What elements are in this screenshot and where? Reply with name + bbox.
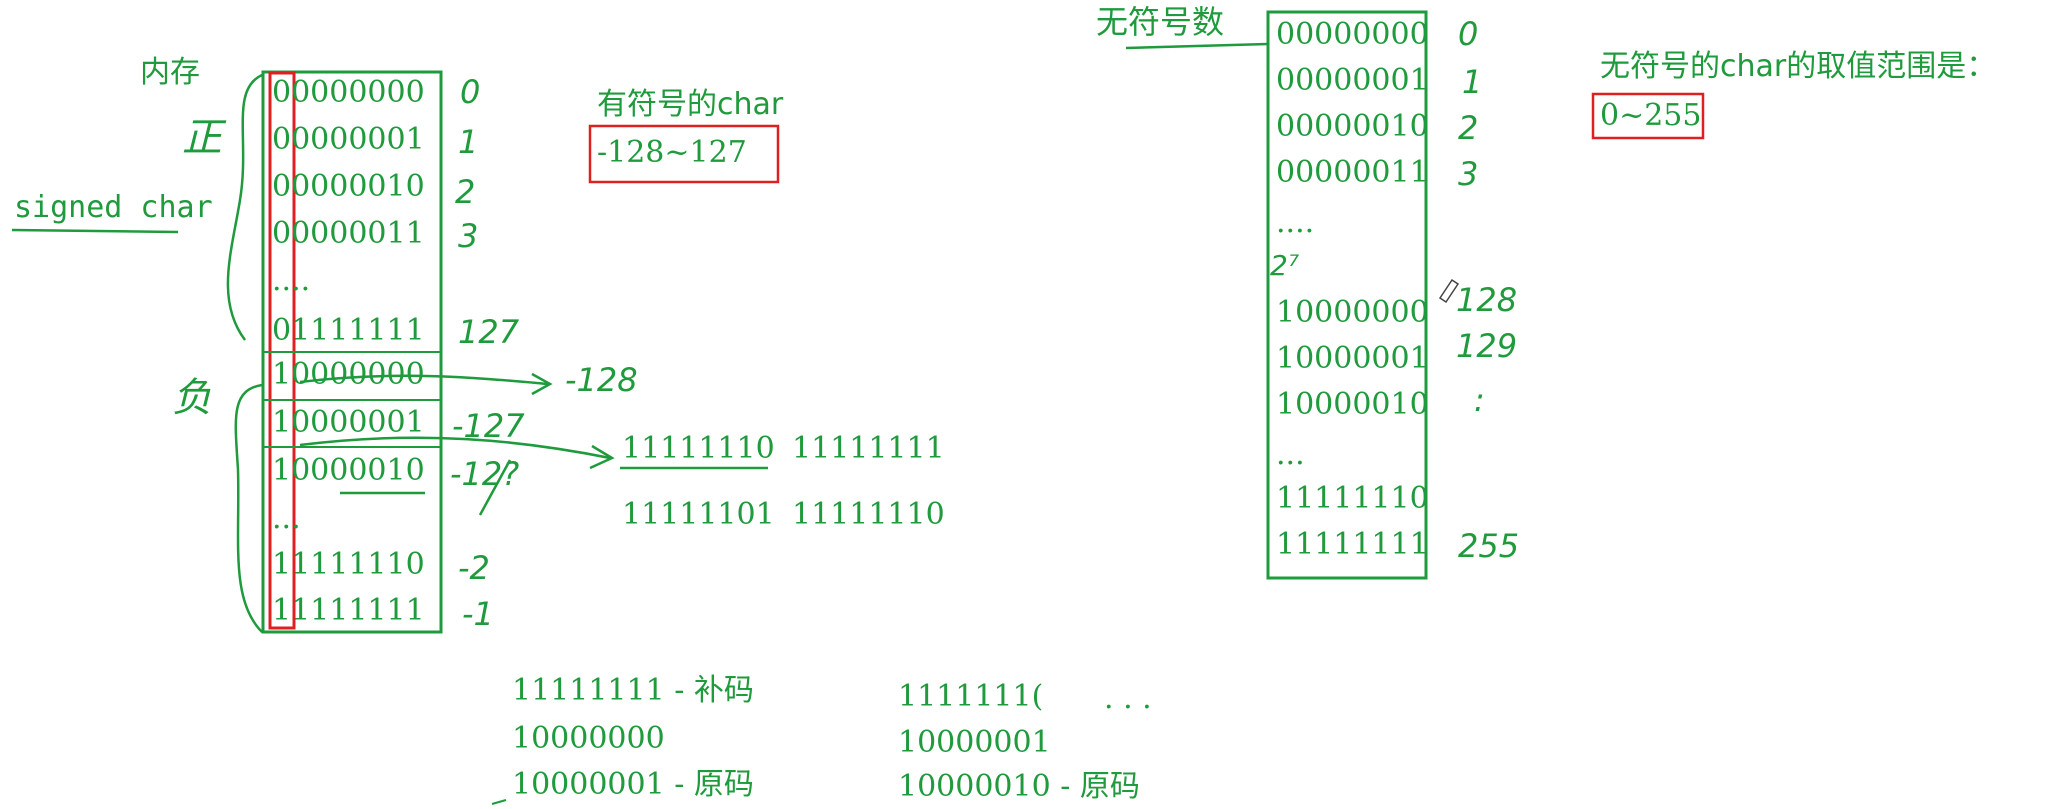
positive-mark: 正 bbox=[182, 115, 222, 161]
unsigned-label-underline bbox=[1125, 42, 1269, 50]
memory-row-bits: 00000010 bbox=[272, 169, 425, 204]
unsigned-row-bits: 10000010 bbox=[1276, 387, 1429, 422]
calc-row2-a: 11111101 bbox=[622, 497, 775, 532]
memory-row-value: 0 bbox=[460, 73, 481, 111]
note2-line3: 10000010 - 原码 bbox=[898, 769, 1140, 804]
memory-row-value: -127 bbox=[452, 407, 525, 445]
ink-stroke bbox=[491, 799, 507, 805]
unsigned-row-bits: 00000001 bbox=[1276, 63, 1429, 98]
unsigned-range: 0~255 bbox=[1600, 98, 1702, 133]
unsigned-label: 无符号数 bbox=[1096, 3, 1225, 41]
memory-row-bits: 10000010 bbox=[272, 453, 425, 488]
unsigned-row-value: 3 bbox=[1458, 155, 1479, 193]
memory-row-bits: 00000001 bbox=[272, 122, 425, 157]
signed-char-underline bbox=[11, 228, 179, 234]
negative-brace bbox=[234, 383, 263, 633]
note1-line1: 11111111 - 补码 bbox=[512, 673, 754, 708]
unsigned-row-bits: .... bbox=[1276, 205, 1315, 240]
note1-line2: 10000000 bbox=[512, 721, 665, 756]
signed-range: -128~127 bbox=[597, 135, 747, 170]
unsigned-row-value: 255 bbox=[1458, 527, 1520, 565]
memory-row-value: 1 bbox=[458, 123, 479, 161]
memory-row-value: 127 bbox=[458, 313, 520, 351]
power-mark: 2⁷ bbox=[1270, 249, 1300, 282]
note2-dots: . . . bbox=[1104, 681, 1152, 716]
signed-title: 有符号的char bbox=[597, 87, 784, 122]
unsigned-row-value: : bbox=[1474, 381, 1485, 419]
signed-char-label: signed char bbox=[14, 190, 213, 225]
unsigned-row-value: 129 bbox=[1456, 327, 1518, 365]
note2-line1: 1111111( bbox=[898, 679, 1044, 714]
note1-line3: 10000001 - 原码 bbox=[512, 767, 754, 802]
memory-row-bits: 00000000 bbox=[272, 75, 425, 110]
memory-row-value: -12? bbox=[450, 455, 520, 493]
memory-row-value: 2 bbox=[455, 173, 476, 211]
memory-label: 内存 bbox=[140, 55, 200, 90]
unsigned-row-value: 128 bbox=[1456, 281, 1518, 319]
unsigned-row-bits: 11111110 bbox=[1276, 481, 1429, 516]
calc-row1-b: 11111111 bbox=[792, 431, 945, 466]
calc-row1-a: 11111110 bbox=[622, 431, 775, 466]
unsigned-row-value: 1 bbox=[1462, 63, 1483, 101]
positive-brace bbox=[226, 73, 263, 341]
unsigned-row-value: 2 bbox=[1458, 109, 1479, 147]
memory-row-bits: 11111110 bbox=[272, 547, 425, 582]
memory-row-bits: 10000000 bbox=[272, 357, 425, 392]
memory-row-value: 3 bbox=[458, 217, 479, 255]
memory-row-bits: 11111111 bbox=[272, 593, 425, 628]
calc-row2-b: 11111110 bbox=[792, 497, 945, 532]
unsigned-row-bits: 10000000 bbox=[1276, 295, 1429, 330]
unsigned-row-bits: 00000000 bbox=[1276, 17, 1429, 52]
memory-row-value: -2 bbox=[458, 549, 490, 587]
unsigned-row-bits: ... bbox=[1276, 437, 1305, 472]
memory-row-bits: 10000001 bbox=[272, 405, 425, 440]
unsigned-row-bits: 11111111 bbox=[1276, 527, 1429, 562]
unsigned-title: 无符号的char的取值范围是： bbox=[1600, 49, 1997, 84]
note2-line2: 10000001 bbox=[898, 725, 1051, 760]
unsigned-row-bits: 00000010 bbox=[1276, 109, 1429, 144]
unsigned-row-bits: 00000011 bbox=[1276, 155, 1429, 190]
memory-row-bits: .... bbox=[272, 263, 311, 298]
memory-row-bits: ... bbox=[272, 501, 301, 536]
memory-row-value: -128 bbox=[565, 361, 638, 399]
memory-row-bits: 01111111 bbox=[272, 313, 425, 348]
memory-row-value: -1 bbox=[462, 595, 494, 633]
unsigned-row-value: 0 bbox=[1458, 15, 1479, 53]
memory-row-bits: 00000011 bbox=[272, 216, 425, 251]
negative-mark: 负 bbox=[172, 375, 212, 421]
unsigned-row-bits: 10000001 bbox=[1276, 341, 1429, 376]
